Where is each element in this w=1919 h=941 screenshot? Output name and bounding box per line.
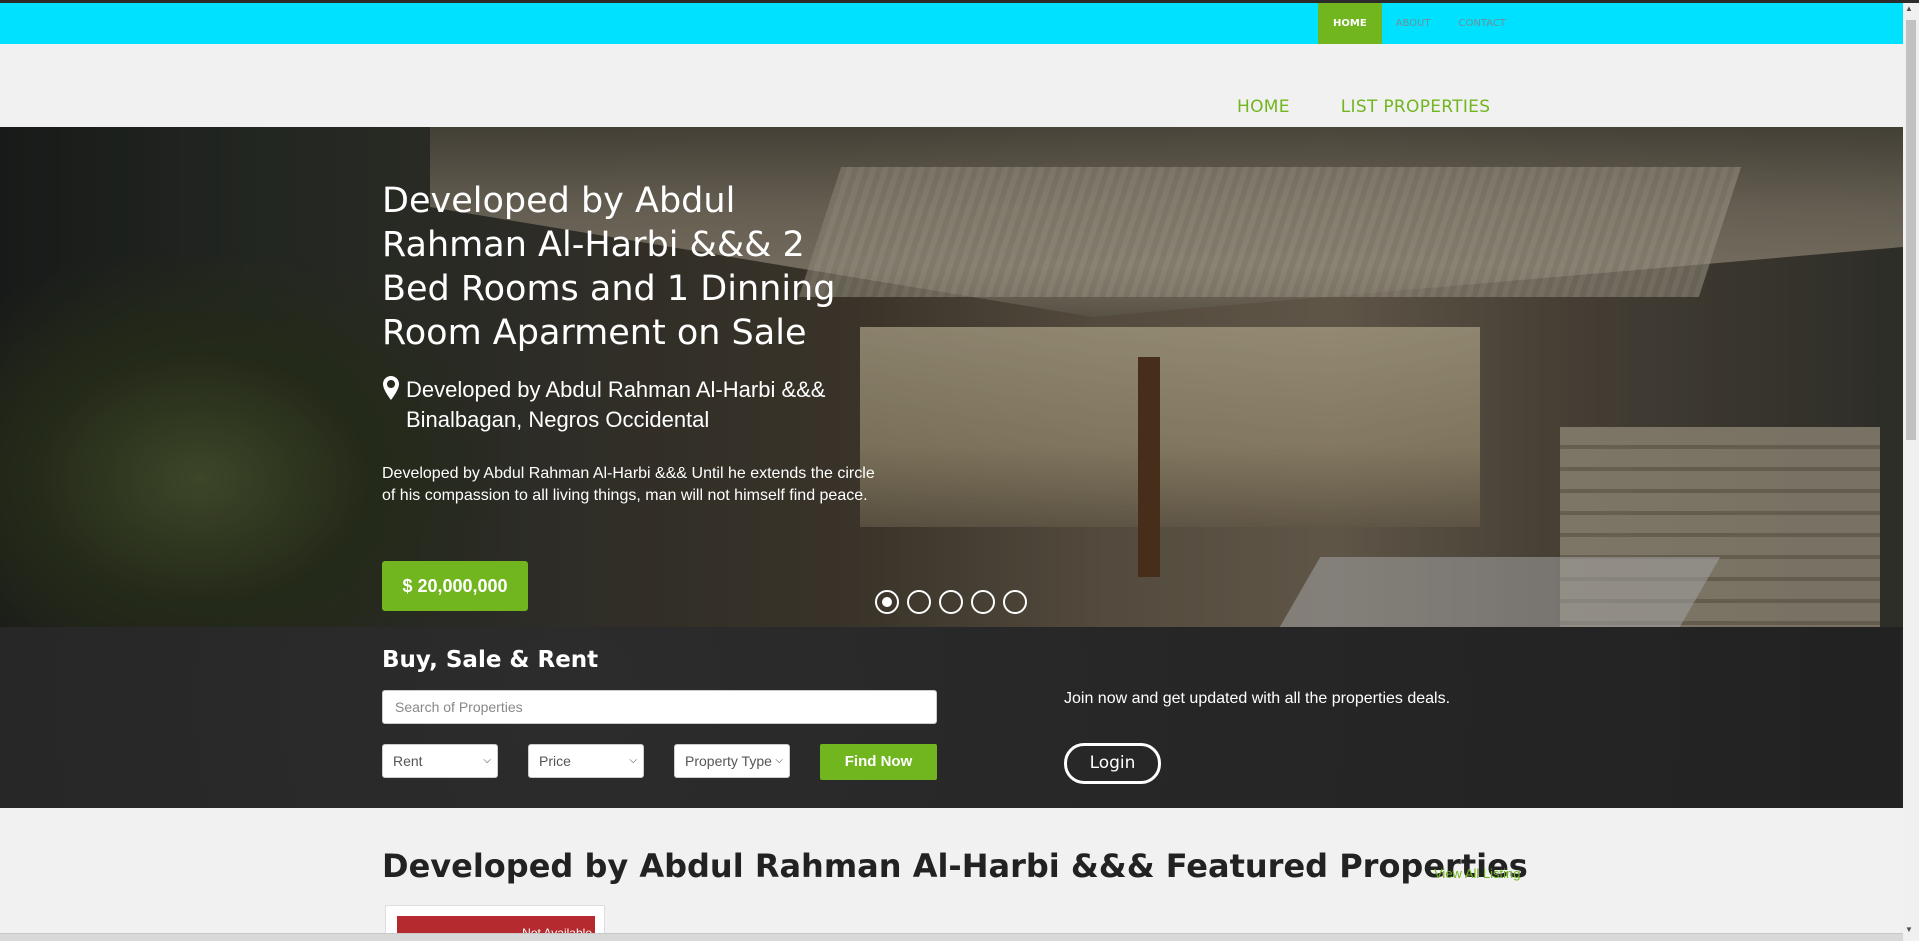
mainnav-home-link[interactable]: HOME: [1237, 97, 1290, 117]
taskbar: [0, 933, 1903, 941]
chevron-down-icon: ⌵: [629, 755, 637, 766]
property-type-select-value: Property Type: [685, 753, 772, 769]
property-type-select[interactable]: Property Type ⌵: [674, 744, 790, 778]
slider-dot-2[interactable]: [907, 590, 931, 614]
scrollbar-thumb[interactable]: [1906, 20, 1916, 440]
hero-location-text: Developed by Abdul Rahman Al-Harbi &&& B…: [406, 377, 826, 432]
hero-overlay: [0, 127, 1903, 627]
search-band: Buy, Sale & Rent Search of Properties Re…: [0, 627, 1903, 808]
slider-dot-3[interactable]: [939, 590, 963, 614]
chevron-down-icon: ⌵: [775, 755, 783, 766]
slider-dot-5[interactable]: [1003, 590, 1027, 614]
price-button[interactable]: $ 20,000,000: [382, 561, 528, 611]
login-button[interactable]: Login: [1064, 743, 1161, 784]
hero-description: Developed by Abdul Rahman Al-Harbi &&& U…: [382, 465, 875, 504]
main-nav: HOME LIST PROPERTIES: [1237, 97, 1490, 117]
hero-slider: Developed by Abdul Rahman Al-Harbi &&& 2…: [0, 127, 1903, 627]
search-input[interactable]: Search of Properties: [382, 690, 937, 724]
type-select-value: Rent: [393, 753, 423, 769]
price-select-value: Price: [539, 753, 571, 769]
chevron-down-icon: ⌵: [483, 755, 491, 766]
scroll-down-icon[interactable]: ▼: [1905, 925, 1913, 934]
slider-dot-1[interactable]: [875, 590, 899, 614]
search-title: Buy, Sale & Rent: [382, 647, 599, 673]
map-pin-icon: [382, 375, 400, 401]
slider-pagination: [875, 590, 1027, 614]
join-text: Join now and get updated with all the pr…: [1064, 690, 1451, 707]
topnav-home-link[interactable]: HOME: [1318, 3, 1382, 44]
top-nav: HOME ABOUT CONTACT: [1318, 3, 1520, 44]
hero-title: Developed by Abdul Rahman Al-Harbi &&& 2…: [382, 181, 836, 353]
topnav-about-link[interactable]: ABOUT: [1382, 3, 1445, 44]
view-all-listing-link[interactable]: View All Listing: [1434, 866, 1520, 881]
type-select[interactable]: Rent ⌵: [382, 744, 498, 778]
topnav-contact-link[interactable]: CONTACT: [1444, 3, 1519, 44]
mainnav-list-properties-link[interactable]: LIST PROPERTIES: [1341, 97, 1491, 117]
slider-dot-4[interactable]: [971, 590, 995, 614]
price-select[interactable]: Price ⌵: [528, 744, 644, 778]
hero-location: Developed by Abdul Rahman Al-Harbi &&& B…: [382, 375, 882, 435]
top-bar: HOME ABOUT CONTACT: [0, 3, 1903, 44]
featured-title: Developed by Abdul Rahman Al-Harbi &&& F…: [382, 847, 1528, 885]
scroll-up-icon[interactable]: ▲: [1905, 4, 1913, 13]
find-now-button[interactable]: Find Now: [820, 744, 937, 780]
